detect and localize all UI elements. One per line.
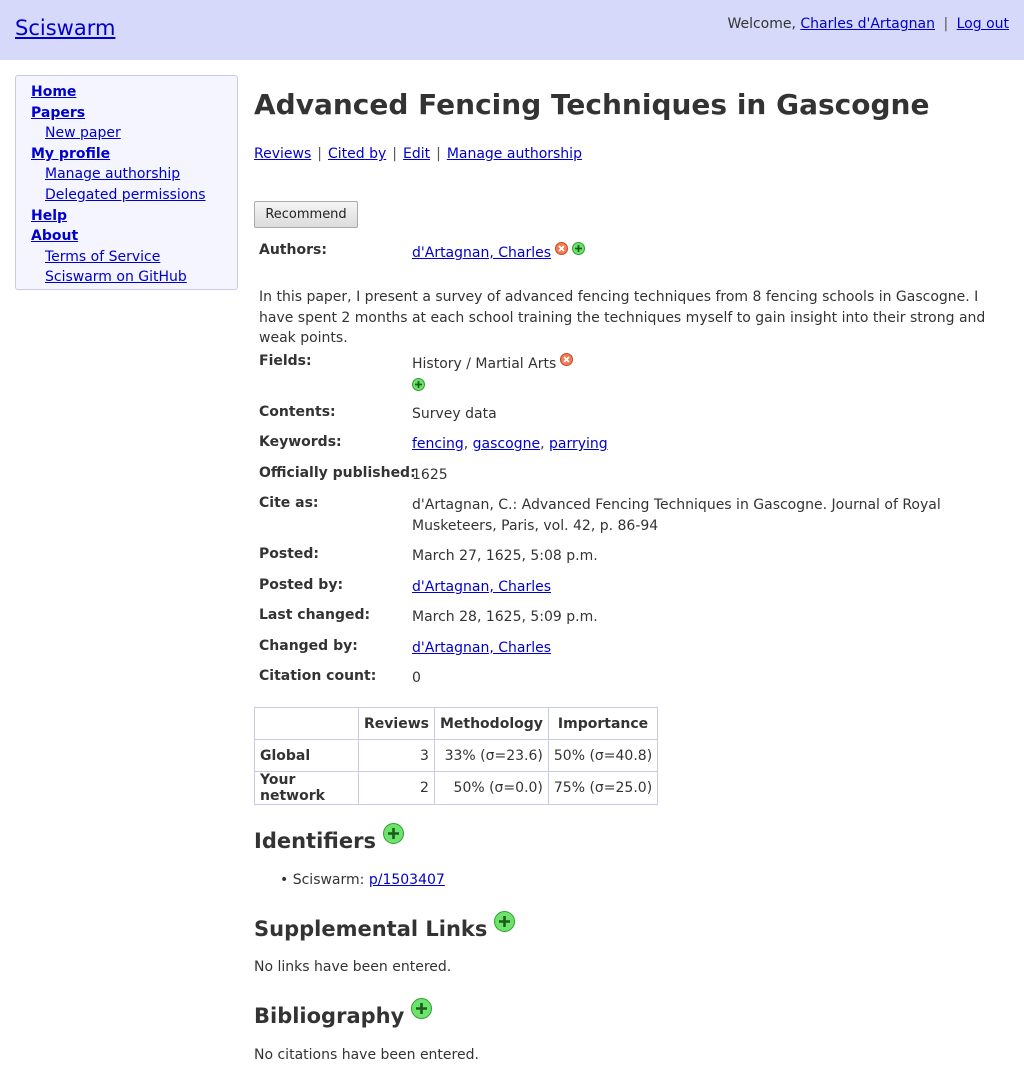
tab-separator: |	[392, 146, 397, 162]
changed-by-label: Changed by:	[259, 638, 358, 654]
add-author-icon[interactable]	[572, 242, 586, 255]
authors-label: Authors:	[259, 242, 327, 258]
posted-by-label: Posted by:	[259, 577, 344, 593]
keyword-separator: ,	[463, 436, 469, 452]
nav-home[interactable]: Home	[31, 84, 76, 100]
bullet: •	[280, 872, 289, 888]
no-citations-text: No citations have been entered.	[254, 1047, 479, 1063]
remove-author-icon[interactable]	[555, 242, 569, 255]
supplemental-links-heading-text: Supplemental Links	[254, 917, 488, 941]
citation-count-label: Citation count:	[259, 668, 377, 684]
posted-label: Posted:	[259, 546, 320, 562]
nav-about[interactable]: About	[31, 228, 78, 244]
tab-cited-by[interactable]: Cited by	[328, 146, 386, 162]
nav-help[interactable]: Help	[31, 208, 67, 224]
table-header-row: Reviews Methodology Importance	[254, 707, 659, 740]
abstract-text: In this paper, I present a survey of adv…	[259, 289, 986, 346]
nav-new-paper[interactable]: New paper	[45, 125, 121, 141]
page-title: Advanced Fencing Techniques in Gascogne	[254, 88, 930, 121]
bibliography-heading-text: Bibliography	[254, 1004, 405, 1028]
table-cell: 50% (σ=40.8)	[547, 739, 659, 772]
nav-papers[interactable]: Papers	[31, 105, 85, 121]
keyword-separator: ,	[540, 436, 545, 452]
table-row: Your network 2 50% (σ=0.0) 75% (σ=25.0)	[254, 771, 659, 805]
fields-label: Fields:	[259, 353, 312, 369]
remove-field-icon[interactable]	[560, 353, 574, 366]
table-header: Methodology	[433, 707, 549, 740]
identifier-link[interactable]: p/1503407	[369, 872, 445, 888]
add-citation-icon[interactable]	[411, 998, 433, 1019]
tab-separator: |	[436, 146, 441, 162]
supplemental-links-heading: Supplemental Links	[254, 911, 516, 941]
add-link-icon[interactable]	[494, 911, 516, 932]
posted-by-value: d'Artagnan, Charles	[412, 577, 1002, 598]
cite-value: d'Artagnan, C.: Advanced Fencing Techniq…	[412, 497, 941, 534]
add-identifier-icon[interactable]	[382, 823, 404, 844]
tab-manage-authorship[interactable]: Manage authorship	[447, 146, 582, 162]
changed-value: March 28, 1625, 5:09 p.m.	[412, 609, 598, 625]
nav-delegated-permissions[interactable]: Delegated permissions	[45, 187, 206, 203]
table-row: Global 3 33% (σ=23.6) 50% (σ=40.8)	[254, 739, 659, 772]
table-header: Importance	[547, 707, 659, 740]
table-header: Reviews	[358, 707, 435, 740]
identifiers-heading-text: Identifiers	[254, 829, 376, 853]
welcome-text: Welcome,	[727, 16, 796, 32]
keywords-value: fencing, gascogne, parrying	[412, 434, 1002, 455]
contents-value: Survey data	[412, 406, 497, 422]
nav-sciswarm-github[interactable]: Sciswarm on GitHub	[45, 269, 187, 285]
cite-label: Cite as:	[259, 495, 319, 511]
tab-separator: |	[317, 146, 322, 162]
field-name: History / Martial Arts	[412, 356, 557, 372]
changed-label: Last changed:	[259, 607, 371, 623]
published-value: 1625	[412, 467, 448, 483]
sidebar-nav: Home Papers New paper My profile Manage …	[15, 75, 238, 290]
table-cell: 2	[358, 771, 435, 805]
identifiers-heading: Identifiers	[254, 823, 404, 853]
keyword-link[interactable]: parrying	[549, 436, 608, 452]
nav-manage-authorship[interactable]: Manage authorship	[45, 166, 180, 182]
no-links-text: No links have been entered.	[254, 959, 452, 975]
keyword-link[interactable]: fencing	[412, 436, 464, 452]
table-cell: 3	[358, 739, 435, 772]
posted-by-link[interactable]: d'Artagnan, Charles	[412, 579, 551, 595]
tab-reviews[interactable]: Reviews	[254, 146, 311, 162]
bibliography-heading: Bibliography	[254, 998, 433, 1028]
table-cell: 33% (σ=23.6)	[433, 739, 549, 772]
fields-value: History / Martial Arts	[412, 353, 1002, 395]
paper-tabs: Reviews | Cited by | Edit | Manage authorship	[254, 146, 582, 162]
keywords-label: Keywords:	[259, 434, 342, 450]
nav-my-profile[interactable]: My profile	[31, 146, 110, 162]
author-link[interactable]: d'Artagnan, Charles	[412, 245, 551, 261]
published-label: Officially published:	[259, 465, 416, 481]
nav-terms-of-service[interactable]: Terms of Service	[45, 249, 160, 265]
posted-value: March 27, 1625, 5:08 p.m.	[412, 548, 598, 564]
table-header	[254, 707, 359, 740]
user-bar: Welcome, Charles d'Artagnan | Log out	[727, 16, 1009, 32]
table-cell: 75% (σ=25.0)	[547, 771, 659, 805]
table-cell: Global	[254, 739, 359, 772]
add-field-icon[interactable]	[412, 377, 425, 391]
review-scores-table: Reviews Methodology Importance Global 3 …	[254, 707, 659, 805]
site-logo-link[interactable]: Sciswarm	[15, 16, 115, 40]
site-header: Sciswarm Welcome, Charles d'Artagnan | L…	[0, 0, 1024, 60]
separator: |	[943, 16, 949, 32]
identifier-item: • Sciswarm: p/1503407	[280, 872, 445, 888]
authors-value: d'Artagnan, Charles	[412, 242, 1002, 264]
contents-label: Contents:	[259, 404, 336, 420]
main-content: Advanced Fencing Techniques in Gascogne …	[254, 84, 1010, 1063]
changed-by-value: d'Artagnan, Charles	[412, 638, 1002, 659]
keyword-link[interactable]: gascogne	[473, 436, 540, 452]
citation-count-value: 0	[412, 670, 421, 686]
table-cell: Your network	[254, 771, 359, 805]
identifier-label: Sciswarm:	[292, 872, 365, 888]
recommend-button[interactable]: Recommend	[254, 201, 358, 228]
changed-by-link[interactable]: d'Artagnan, Charles	[412, 640, 551, 656]
table-cell: 50% (σ=0.0)	[433, 771, 549, 805]
logout-link[interactable]: Log out	[957, 16, 1009, 32]
tab-edit[interactable]: Edit	[403, 146, 430, 162]
user-profile-link[interactable]: Charles d'Artagnan	[800, 16, 935, 32]
